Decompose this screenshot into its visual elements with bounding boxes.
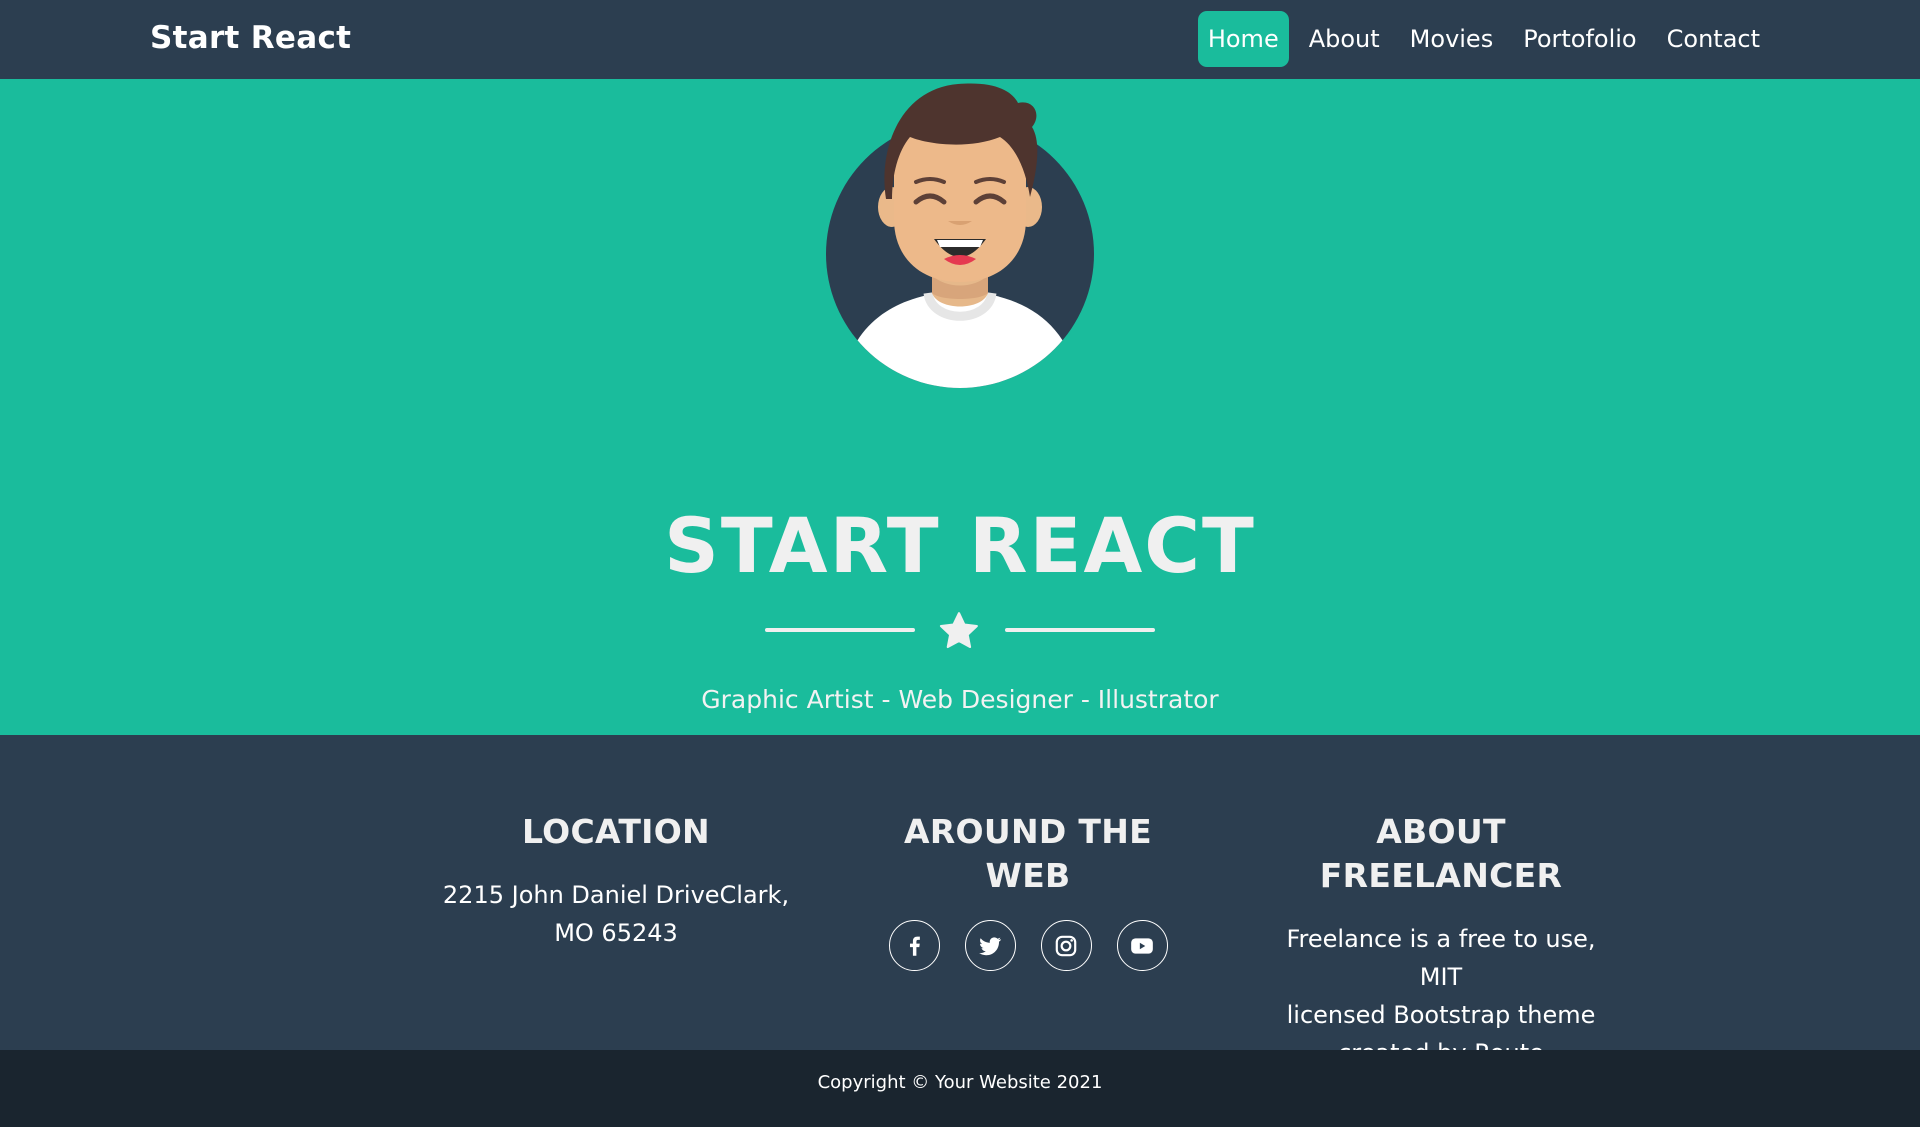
divider-line-right — [1005, 628, 1155, 632]
footer: LOCATION 2215 John Daniel DriveClark, MO… — [0, 735, 1920, 1067]
facebook-icon — [909, 936, 920, 956]
navbar: Start React Home About Movies Portofolio… — [0, 0, 1920, 79]
hero-section: START REACT Graphic Artist - Web Designe… — [0, 79, 1920, 735]
about-text-line-1: Freelance is a free to use, MIT — [1286, 925, 1596, 991]
twitter-icon — [979, 936, 1002, 955]
hero-subtitle: Graphic Artist - Web Designer - Illustra… — [701, 685, 1219, 714]
twitter-link[interactable] — [964, 920, 1016, 971]
nav-link-about[interactable]: About — [1299, 11, 1390, 67]
divider-line-left — [765, 628, 915, 632]
nav-link-portofolio[interactable]: Portofolio — [1513, 11, 1646, 67]
youtube-link[interactable] — [1116, 920, 1168, 971]
hero-title: START REACT — [664, 501, 1256, 590]
nav-link-home[interactable]: Home — [1197, 11, 1289, 67]
footer-around-the-web: AROUND THE WEB — [858, 810, 1198, 971]
about-text-line-2: licensed Bootstrap theme — [1286, 1001, 1596, 1029]
location-heading: LOCATION — [522, 812, 710, 851]
web-heading: AROUND THE WEB — [904, 812, 1152, 895]
address-line-1: 2215 John Daniel DriveClark, — [442, 881, 790, 909]
avatar-illustration — [826, 83, 1094, 388]
copyright-bar: Copyright © Your Website 2021 — [0, 1050, 1920, 1127]
footer-about-freelancer: ABOUT FREELANCER Freelance is a free to … — [1262, 810, 1620, 1072]
address-line-2: MO 65243 — [554, 919, 678, 947]
facebook-link[interactable] — [888, 920, 940, 971]
nav-link-contact[interactable]: Contact — [1657, 11, 1770, 67]
footer-location: LOCATION 2215 John Daniel DriveClark, MO… — [441, 810, 791, 952]
instagram-icon — [1055, 935, 1077, 956]
star-icon — [939, 612, 978, 649]
brand-link[interactable]: Start React — [150, 20, 351, 56]
copyright-text: Copyright © Your Website 2021 — [817, 1072, 1103, 1093]
main-nav: Home About Movies Portofolio Contact — [1197, 11, 1770, 67]
about-heading: ABOUT FREELANCER — [1319, 812, 1563, 895]
social-links — [858, 920, 1198, 971]
star-divider — [765, 609, 1155, 653]
instagram-link[interactable] — [1040, 920, 1092, 971]
nav-link-movies[interactable]: Movies — [1400, 11, 1504, 67]
youtube-icon — [1131, 937, 1153, 954]
